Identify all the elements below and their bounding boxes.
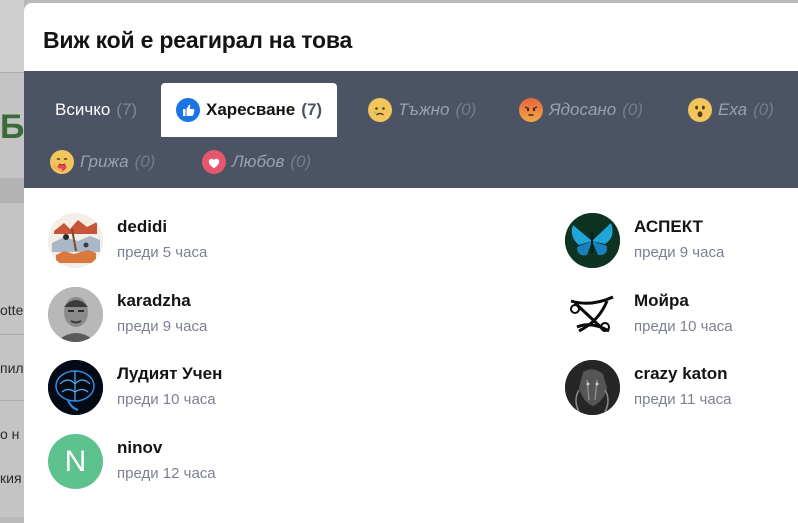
tab-count: (0) — [622, 100, 643, 119]
tab-count: (0) — [753, 100, 774, 119]
tab-count: (0) — [134, 152, 156, 171]
list-item[interactable]: crazy katon преди 11 часа — [565, 360, 795, 416]
love-heart-icon — [202, 150, 226, 174]
background-text: кия — [0, 470, 22, 486]
like-icon — [176, 98, 200, 122]
tab-love[interactable]: Любов (0) — [202, 135, 311, 189]
tab-label: Всичко — [55, 100, 111, 119]
background-divider — [0, 202, 24, 203]
background-header — [0, 0, 24, 72]
reaction-time: преди 10 часа — [634, 318, 733, 335]
tab-label: Харесване — [206, 100, 296, 119]
list-item[interactable]: dedidi преди 5 часа — [48, 213, 348, 269]
avatar[interactable] — [565, 213, 620, 268]
avatar[interactable] — [48, 360, 103, 415]
tab-count: (0) — [455, 100, 477, 119]
tab-label: Грижа — [80, 152, 129, 171]
reaction-time: преди 9 часа — [117, 318, 208, 335]
user-name[interactable]: ninov — [117, 438, 162, 458]
background-divider — [0, 400, 24, 401]
user-name[interactable]: karadzha — [117, 291, 191, 311]
background-logo-letter: Б — [0, 108, 24, 146]
angry-emoji-icon — [519, 98, 543, 122]
care-emoji-icon — [50, 150, 74, 174]
avatar[interactable]: N — [48, 434, 103, 489]
reaction-time: преди 12 часа — [117, 465, 216, 482]
background-stripe — [0, 178, 24, 202]
background-text: о н — [0, 426, 20, 442]
tab-angry[interactable]: Ядосано (0) — [519, 83, 643, 137]
wow-emoji-icon — [688, 98, 712, 122]
reaction-time: преди 11 часа — [634, 391, 732, 408]
reactions-modal: Виж кой е реагирал на това Всичко (7) Ха… — [24, 3, 798, 523]
background-text: otte — [0, 302, 24, 318]
avatar[interactable] — [565, 287, 620, 342]
tab-count: (7) — [301, 100, 323, 119]
user-name[interactable]: crazy katon — [634, 364, 728, 384]
list-item[interactable]: Лудият Учен преди 10 часа — [48, 360, 348, 416]
list-item[interactable]: karadzha преди 9 часа — [48, 287, 348, 343]
modal-title: Виж кой е реагирал на това — [43, 27, 353, 53]
list-item[interactable]: АСПЕКТ преди 9 часа — [565, 213, 795, 269]
reaction-tabs: Всичко (7) Харесване (7) Тъжно (0) Ядоса… — [24, 71, 798, 188]
user-name[interactable]: dedidi — [117, 217, 167, 237]
avatar-letter: N — [64, 444, 87, 478]
user-name[interactable]: Мойра — [634, 291, 689, 311]
tab-label: Еха — [718, 100, 748, 119]
background-divider — [0, 72, 24, 73]
list-item[interactable]: Мойра преди 10 часа — [565, 287, 795, 343]
reaction-time: преди 5 часа — [117, 244, 208, 261]
background-divider — [0, 334, 24, 335]
tab-label: Тъжно — [398, 100, 450, 119]
avatar[interactable] — [48, 213, 103, 268]
avatar[interactable] — [48, 287, 103, 342]
tab-all[interactable]: Всичко (7) — [55, 83, 137, 137]
avatar[interactable] — [565, 360, 620, 415]
tab-count: (0) — [290, 152, 312, 171]
user-name[interactable]: Лудият Учен — [117, 364, 222, 384]
sad-emoji-icon — [368, 98, 392, 122]
reaction-time: преди 9 часа — [634, 244, 725, 261]
tab-label: Любов — [232, 152, 285, 171]
user-name[interactable]: АСПЕКТ — [634, 217, 703, 237]
tab-count: (7) — [116, 100, 138, 119]
tab-wow[interactable]: Еха (0) — [688, 83, 774, 137]
tab-sad[interactable]: Тъжно (0) — [368, 83, 476, 137]
tab-care[interactable]: Грижа (0) — [50, 135, 155, 189]
background-text: пил — [0, 360, 24, 376]
tab-like[interactable]: Харесване (7) — [161, 83, 338, 137]
list-item[interactable]: N ninov преди 12 часа — [48, 434, 348, 490]
tab-label: Ядосано — [549, 100, 617, 119]
reaction-time: преди 10 часа — [117, 391, 216, 408]
